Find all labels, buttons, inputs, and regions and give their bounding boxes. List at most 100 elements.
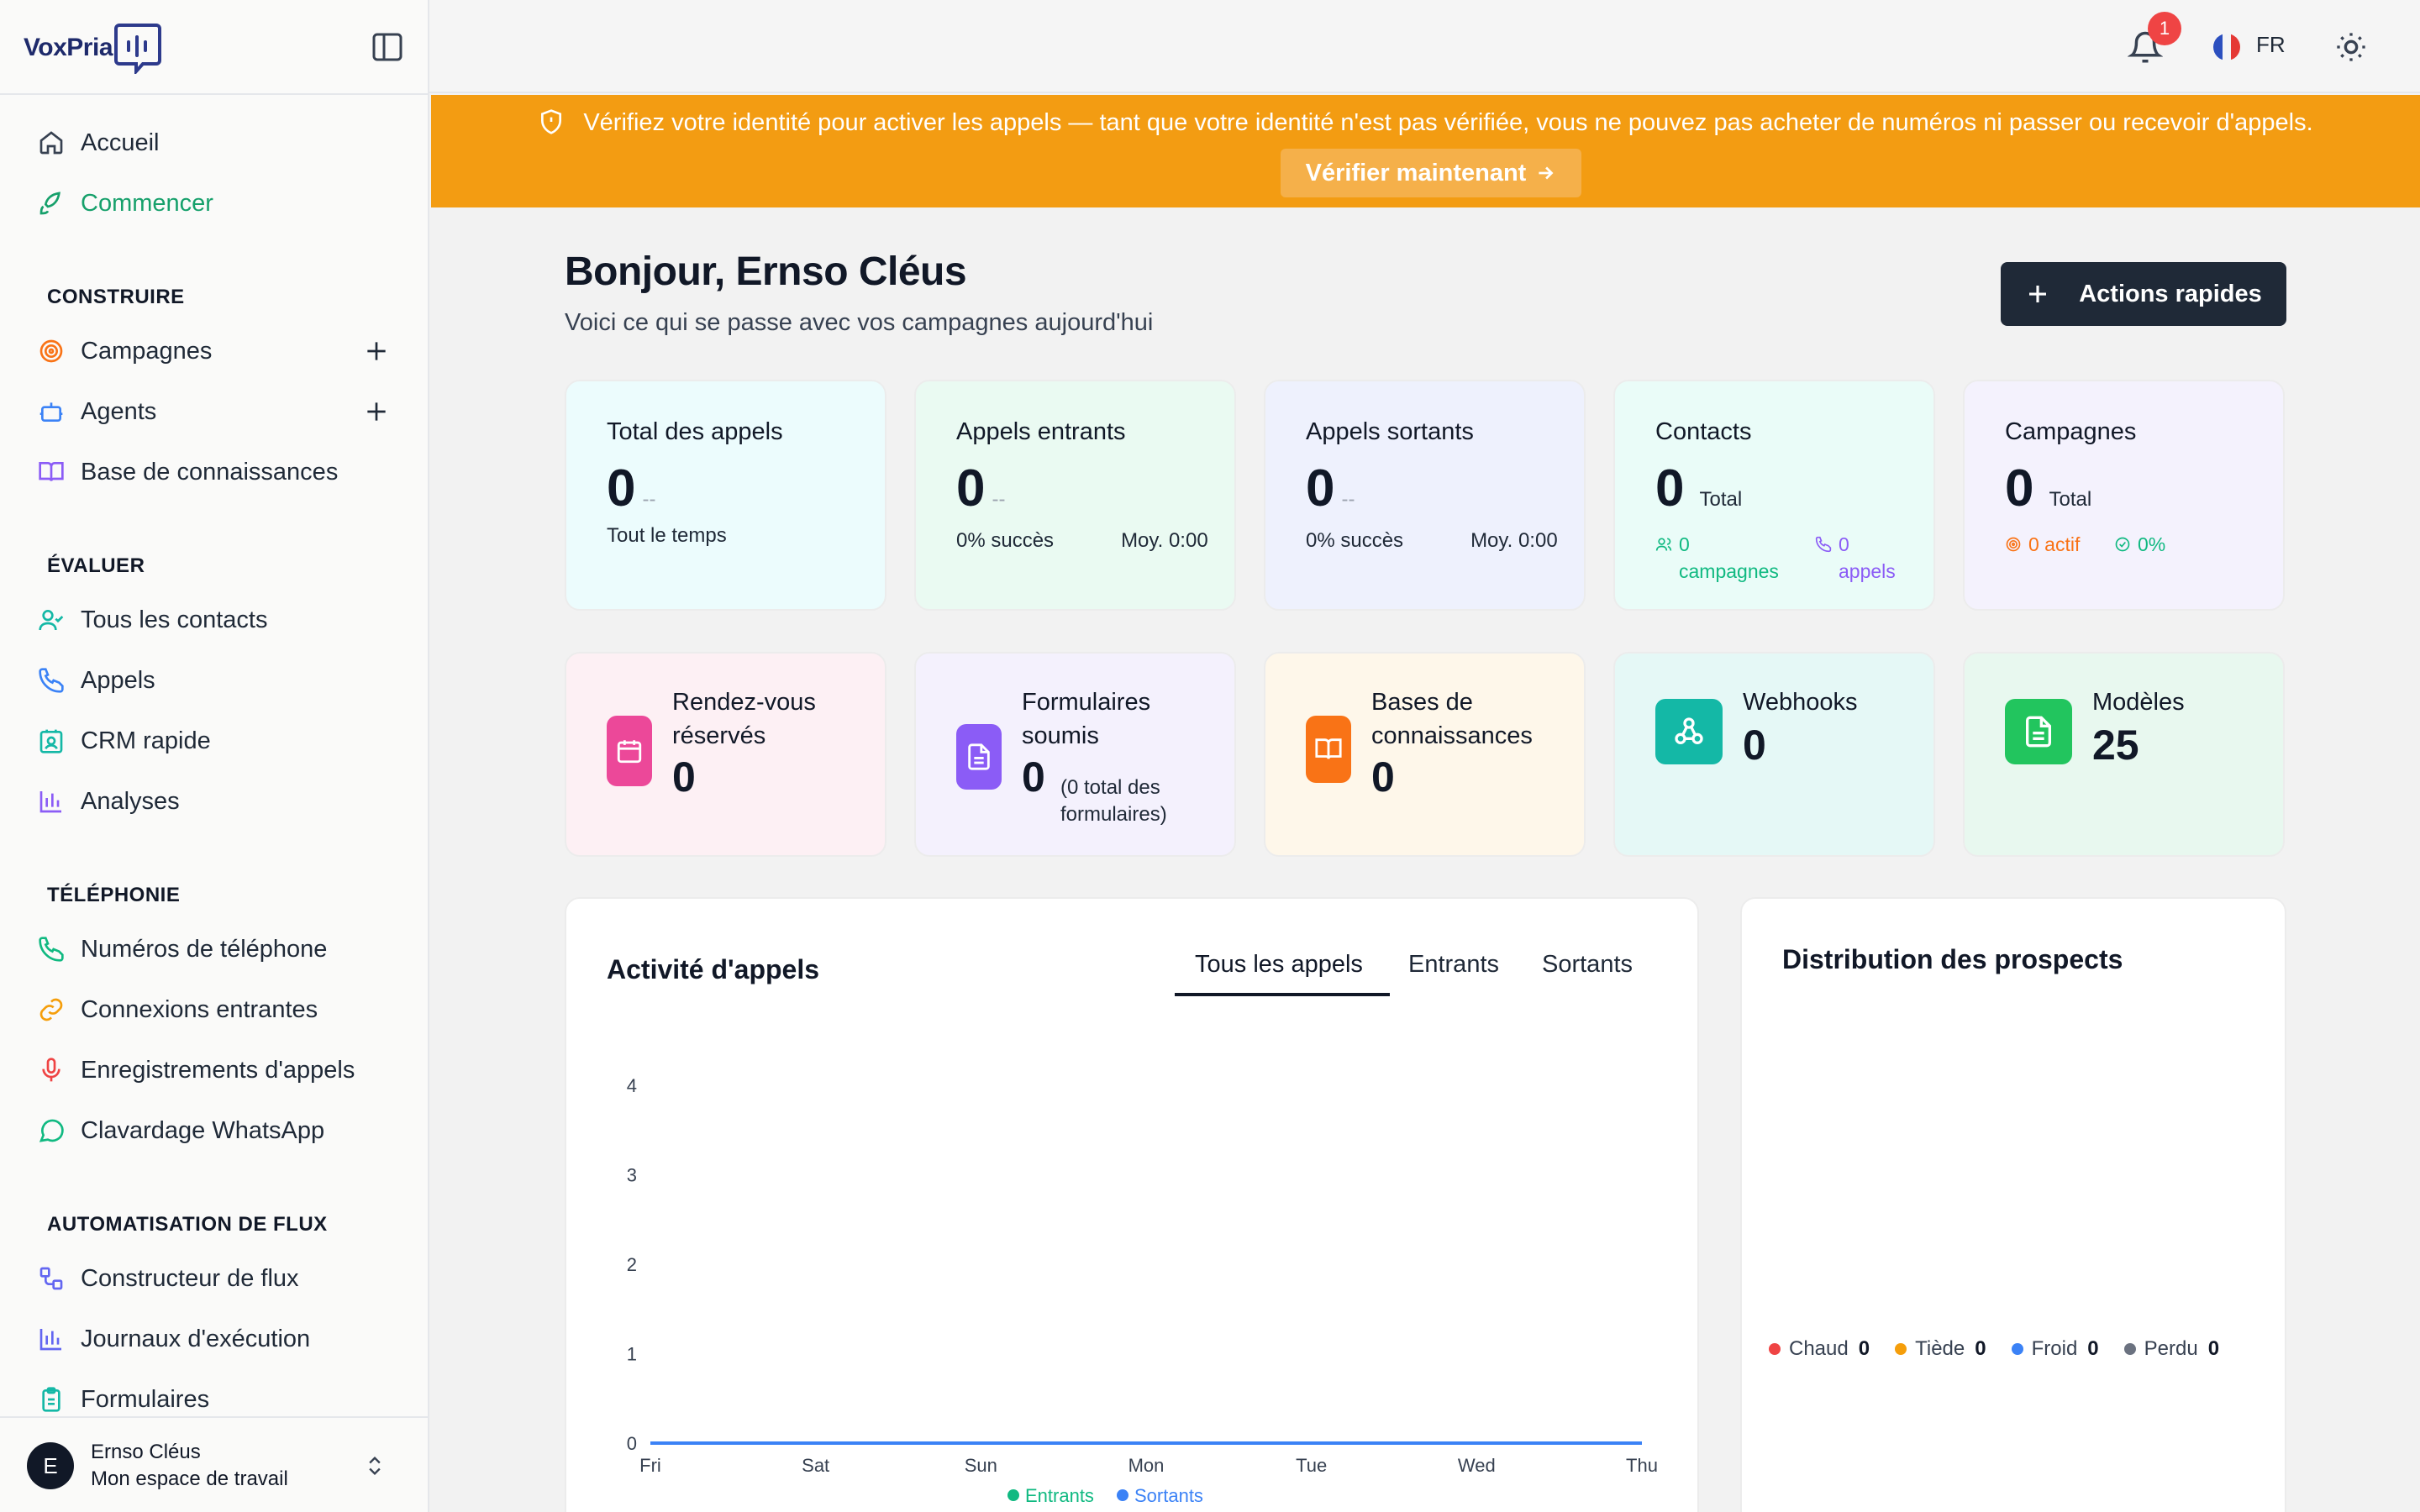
nav-item-agents[interactable]: Agents [37, 388, 390, 435]
verification-banner: Vérifiez votre identité pour activer les… [431, 95, 2420, 207]
bar-chart-icon [37, 1325, 66, 1353]
forms-total-note: (0 total des formulaires) [1060, 776, 1167, 826]
nav-label: Tous les contacts [81, 606, 268, 633]
sun-icon[interactable] [2334, 30, 2368, 64]
nav-item-campagnes[interactable]: Campagnes [37, 328, 390, 375]
add-campaign-icon[interactable] [363, 338, 390, 365]
legend-value: 0 [2207, 1337, 2220, 1360]
calendar-icon [607, 716, 652, 786]
nav-label: Analyses [81, 787, 180, 815]
y-tick-label: 2 [627, 1254, 637, 1275]
resource-card-knowledge-bases[interactable]: Bases de connaissances 0 [1264, 652, 1586, 857]
nav-item-numeros[interactable]: Numéros de téléphone [37, 926, 390, 973]
brand-logo[interactable]: VoxPria [24, 22, 161, 74]
nav-label: Commencer [81, 189, 213, 217]
card-value: 0 [2005, 459, 2034, 517]
nav-label: Base de connaissances [81, 458, 339, 486]
sidebar-toggle-icon[interactable] [371, 32, 403, 62]
active-tab-indicator [1175, 993, 1390, 996]
nav-item-base-de-connaissances[interactable]: Base de connaissances [37, 449, 390, 496]
notification-badge: 1 [2148, 12, 2181, 45]
nav-label: Formulaires [81, 1385, 210, 1413]
language-selector[interactable]: FR [2256, 32, 2286, 58]
nav-item-enregistrements[interactable]: Enregistrements d'appels [37, 1047, 390, 1094]
phone-icon [37, 666, 66, 695]
legend-item-chaud: Chaud 0 [1769, 1337, 1870, 1361]
panel-title: Activité d'appels [607, 954, 820, 984]
bar-chart-icon [37, 787, 66, 816]
calls-label: appels [1839, 560, 1896, 582]
user-menu[interactable]: E Ernso Cléus Mon espace de travail [27, 1440, 405, 1492]
tab-inbound[interactable]: Entrants [1408, 951, 1499, 979]
legend-dot [2123, 1343, 2136, 1355]
avg-duration: Moy. 0:00 [1121, 529, 1208, 552]
card-value: 0 [1655, 459, 1685, 517]
nav-label: Enregistrements d'appels [81, 1056, 355, 1084]
stat-card-outbound-calls[interactable]: Appels sortants 0 -- 0% succès Moy. 0:00 [1264, 380, 1586, 611]
contacts-campaigns-meta: 0 campagnes [1655, 531, 1779, 585]
avatar: E [27, 1442, 74, 1489]
tab-outbound[interactable]: Sortants [1542, 951, 1633, 979]
nav-item-commencer[interactable]: Commencer [37, 180, 390, 227]
chat-icon [37, 1116, 66, 1145]
nav-item-whatsapp[interactable]: Clavardage WhatsApp [37, 1107, 390, 1154]
resource-card-appointments[interactable]: Rendez-vous réservés 0 [565, 652, 886, 857]
x-tick-label: Sun [965, 1455, 997, 1476]
banner-message: Vérifiez votre identité pour activer les… [583, 109, 2313, 136]
card-title: Formulaires soumis [1022, 689, 1151, 749]
card-value: 0 [1022, 753, 1045, 801]
legend-item-perdu: Perdu 0 [2123, 1337, 2220, 1361]
nav-item-appels[interactable]: Appels [37, 657, 390, 704]
resource-card-webhooks[interactable]: Webhooks 0 [1613, 652, 1935, 857]
x-tick-label: Thu [1626, 1455, 1658, 1476]
nav-item-connexions-entrantes[interactable]: Connexions entrantes [37, 986, 390, 1033]
webhook-icon [1655, 699, 1723, 764]
stat-card-campaigns[interactable]: Campagnes 0 Total 0 actif 0% [1963, 380, 2285, 611]
avg-duration: Moy. 0:00 [1470, 529, 1558, 552]
legend-value: 0 [1858, 1337, 1870, 1360]
nav-item-constructeur-de-flux[interactable]: Constructeur de flux [37, 1255, 390, 1302]
nav-label: Connexions entrantes [81, 995, 318, 1023]
legend-value: 0 [1975, 1337, 1986, 1360]
card-unit: Total [1699, 488, 1743, 511]
add-agent-icon[interactable] [363, 398, 390, 425]
x-tick-label: Tue [1296, 1455, 1327, 1476]
tab-all-calls[interactable]: Tous les appels [1195, 951, 1363, 979]
success-rate: 0% succès [956, 529, 1055, 552]
nav-item-journaux[interactable]: Journaux d'exécution [37, 1315, 390, 1362]
nav-item-analyses[interactable]: Analyses [37, 778, 390, 825]
card-trend: -- [992, 488, 1006, 511]
legend-value: 0 [2087, 1337, 2099, 1360]
contact-card-icon [37, 727, 66, 755]
nav-item-crm-rapide[interactable]: CRM rapide [37, 717, 390, 764]
card-title: Campagnes [2005, 418, 2137, 445]
y-tick-label: 3 [627, 1165, 637, 1186]
resource-card-forms[interactable]: Formulaires soumis 0 (0 total des formul… [914, 652, 1236, 857]
nav-item-accueil[interactable]: Accueil [37, 119, 390, 166]
plus-icon [2029, 286, 2047, 302]
file-text-icon [956, 724, 1002, 790]
section-title-construire: CONSTRUIRE [47, 286, 185, 308]
verify-button-label: Vérifier maintenant [1305, 159, 1527, 186]
card-value: 0 [956, 459, 986, 517]
card-value: 0 [672, 753, 696, 801]
verify-now-button[interactable]: Vérifier maintenant [1281, 149, 1581, 197]
nav-label: Appels [81, 666, 155, 694]
card-title: Rendez-vous réservés [672, 689, 816, 749]
stat-card-inbound-calls[interactable]: Appels entrants 0 -- 0% succès Moy. 0:00 [914, 380, 1236, 611]
card-unit: Total [2049, 488, 2092, 511]
divider [0, 1416, 429, 1418]
nav-item-tous-les-contacts[interactable]: Tous les contacts [37, 596, 390, 643]
quick-actions-button[interactable]: Actions rapides [2001, 262, 2286, 326]
resource-card-templates[interactable]: Modèles 25 [1963, 652, 2285, 857]
clipboard-icon [37, 1385, 66, 1414]
divider [0, 93, 429, 95]
stat-card-total-calls[interactable]: Total des appels 0 -- Tout le temps [565, 380, 886, 611]
card-title: Webhooks [1743, 689, 1858, 716]
workflow-icon [37, 1264, 66, 1293]
france-flag-icon[interactable] [2213, 34, 2240, 60]
stat-card-contacts[interactable]: Contacts 0 Total 0 campagnes 0 appels [1613, 380, 1935, 611]
card-trend: -- [642, 488, 656, 511]
section-title-automatisation: AUTOMATISATION DE FLUX [47, 1213, 328, 1236]
phone-icon [1815, 536, 1832, 553]
